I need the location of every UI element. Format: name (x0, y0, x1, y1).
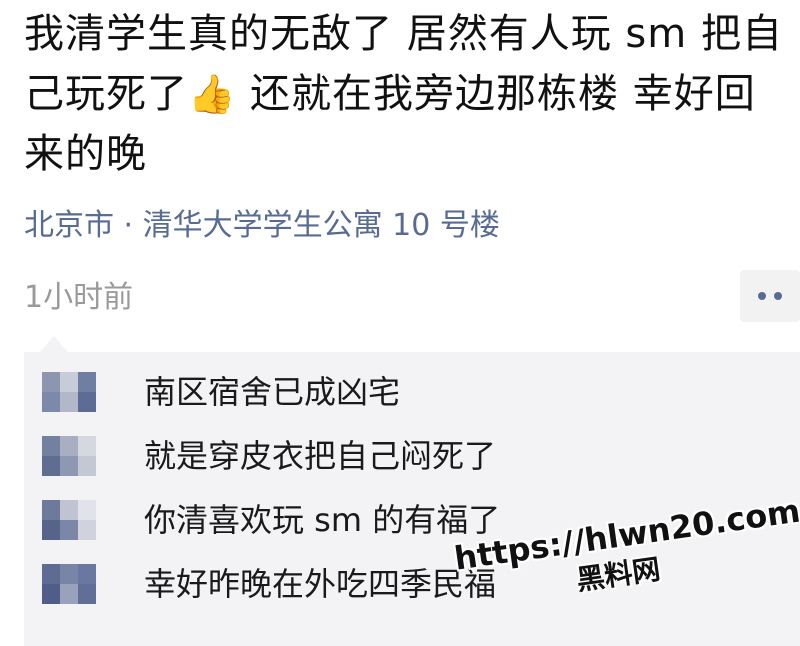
comment-row[interactable]: 南区宿舍已成凶宅 (24, 360, 800, 424)
more-dot-icon (774, 292, 782, 300)
comment-row[interactable]: 就是穿皮衣把自己闷死了 (24, 424, 800, 488)
avatar[interactable] (42, 436, 96, 476)
comment-text: 就是穿皮衣把自己闷死了 (144, 437, 497, 475)
comment-row[interactable]: 幸好昨晚在外吃四季民福 (24, 552, 800, 616)
avatar[interactable] (42, 564, 96, 604)
comment-text: 南区宿舍已成凶宅 (144, 373, 401, 411)
comments-panel: 南区宿舍已成凶宅 就是穿皮衣把自己闷死了 你清喜欢玩 sm 的有福了 幸好昨晚在… (24, 352, 800, 646)
post-location-link[interactable]: 北京市 · 清华大学学生公寓 10 号楼 (24, 206, 500, 246)
thumbs-up-icon: 👍 (188, 72, 237, 116)
avatar[interactable] (42, 500, 96, 540)
more-dot-icon (758, 292, 766, 300)
more-actions-button[interactable] (740, 270, 800, 322)
comment-row[interactable]: 你清喜欢玩 sm 的有福了 (24, 488, 800, 552)
post-text: 我清学生真的无敌了 居然有人玩 sm 把自己玩死了👍 还就在我旁边那栋楼 幸好回… (24, 4, 794, 184)
comment-text: 你清喜欢玩 sm 的有福了 (144, 501, 501, 539)
post-timestamp: 1小时前 (24, 280, 134, 315)
comments-notch (40, 336, 68, 352)
comment-text: 幸好昨晚在外吃四季民福 (144, 565, 497, 603)
avatar[interactable] (42, 372, 96, 412)
